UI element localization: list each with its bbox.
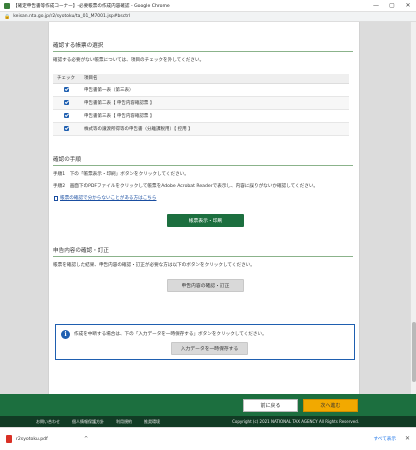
download-file-name[interactable]: r2syotoku.pdf [16,437,48,442]
copyright-text: Copyright (c) 2021 NATIONAL TAX AGENCY A… [232,419,359,424]
form-checkbox[interactable] [64,112,69,118]
scrollbar[interactable] [410,22,416,395]
pdf-file-icon [6,435,12,443]
show-all-downloads-button[interactable]: すべて表示 [374,436,396,442]
browser-title-bar: 【確定申告書等作成コーナー】-必要帳票の作成内容確認 - Google Chro… [0,0,416,12]
footer-link-terms[interactable]: 利用規約 [116,419,132,425]
review-correct-button[interactable]: 申告内容の確認・訂正 [167,279,244,292]
save-message: 作成を中断する場合は、下の「入力データを一時保存する」ボタンをクリックしてくださ… [74,332,267,337]
footer-link-environment[interactable]: 推奨環境 [144,419,160,425]
print-forms-button[interactable]: 帳票表示・印刷 [167,214,244,227]
address-bar[interactable]: 🔒 keisan.nta.go.jp/r2/syotoku/ta_01_M700… [0,12,416,22]
footer-link-contact[interactable]: お問い合わせ [36,419,60,425]
site-footer: お問い合わせ 個人情報保護方針 利用規約 推奨環境 Copyright (c) … [0,416,416,427]
table-row: 株式等の譲渡所得等の申告書（分離課税用）【 控用 】 [53,122,349,136]
form-checkbox[interactable] [64,86,69,92]
column-header-check: チェック [53,74,80,84]
forms-table: チェック 項目名 申告書第一表（第三表） 申告書第二表【 申告内容確認票 】 申… [53,74,349,136]
section-divider [53,256,353,257]
footer-link-privacy[interactable]: 個人情報保護方針 [72,419,104,425]
download-item[interactable]: r2syotoku.pdf [6,435,48,443]
review-heading: 申告内容の確認・訂正 [53,248,109,254]
table-row: 申告書第二表【 申告内容確認票 】 [53,96,349,110]
step-2-text: 手順2 画面下のPDFファイルをクリックして帳票をAdobe Acrobat R… [53,184,319,189]
review-instruction: 帳票を確認した結果、申告内容の確認・訂正が必要な方は以下のボタンをクリックしてく… [53,263,255,268]
help-link[interactable]: 帳票の確認で分からないことがある方はこちら [60,195,156,201]
form-item-label: 申告書第一表（第三表） [80,83,349,97]
confirm-steps-heading: 確認の手順 [53,157,81,163]
column-header-item: 項目名 [80,74,349,84]
close-download-bar-icon[interactable]: ✕ [405,435,410,442]
select-forms-heading: 確認する帳票の選択 [53,43,104,49]
section-divider [53,165,353,166]
step-1-text: 手順1 下の「帳票表示・印刷」ボタンをクリックしてください。 [53,172,189,177]
page-content: 確認する帳票の選択 確認する必要がない帳票については、項目のチェックを外してくだ… [48,22,360,394]
close-icon[interactable]: ✕ [400,0,416,12]
back-button[interactable]: 前に戻る [243,399,298,412]
form-checkbox[interactable] [64,99,69,105]
site-favicon-icon [4,2,10,9]
download-bar: r2syotoku.pdf ^ すべて表示 ✕ [0,427,416,450]
window-title: 【確定申告書等作成コーナー】-必要帳票の作成内容確認 - Google Chro… [13,3,170,9]
next-button[interactable]: 次へ進む [303,399,358,412]
select-forms-instruction: 確認する必要がない帳票については、項目のチェックを外してください。 [53,58,205,63]
form-item-label: 株式等の譲渡所得等の申告書（分離課税用）【 控用 】 [80,122,349,136]
window-controls: — ▢ ✕ [368,0,416,12]
form-item-label: 申告書第三表【 申告内容確認票 】 [80,109,349,123]
save-info-box: i 作成を中断する場合は、下の「入力データを一時保存する」ボタンをクリックしてく… [55,324,355,360]
maximize-icon[interactable]: ▢ [384,0,400,12]
form-item-label: 申告書第二表【 申告内容確認票 】 [80,96,349,110]
minimize-icon[interactable]: — [368,0,384,12]
chevron-up-icon[interactable]: ^ [84,436,88,442]
scrollbar-thumb[interactable] [412,322,416,382]
lock-icon: 🔒 [4,13,11,20]
table-row: 申告書第三表【 申告内容確認票 】 [53,109,349,123]
table-row: 申告書第一表（第三表） [53,83,349,97]
document-link-icon [54,196,58,201]
info-icon: i [61,330,70,339]
form-checkbox[interactable] [64,125,69,131]
section-divider [53,51,353,52]
address-url[interactable]: keisan.nta.go.jp/r2/syotoku/ta_01_M7001.… [13,14,130,19]
save-data-button[interactable]: 入力データを一時保存する [171,342,248,355]
